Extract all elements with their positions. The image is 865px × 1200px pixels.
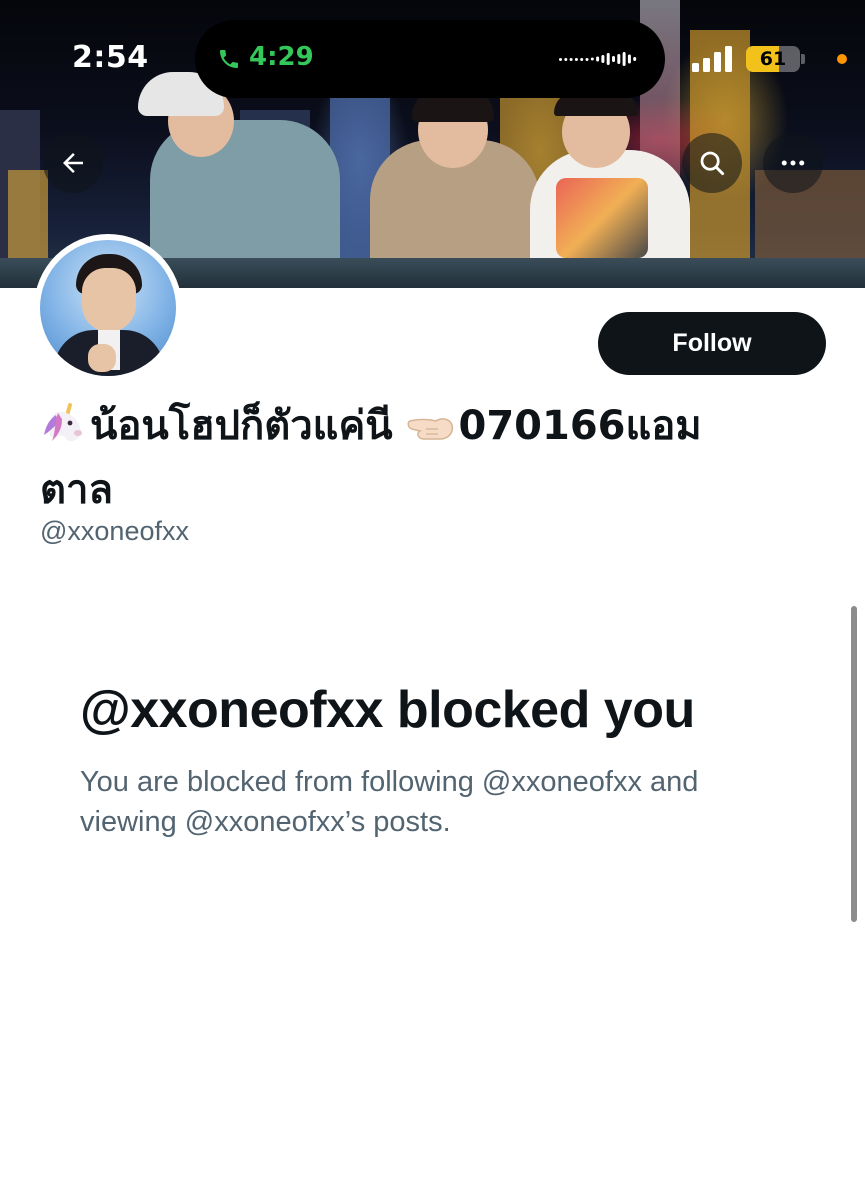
- banner-building: [8, 170, 48, 260]
- banner-shirt-graphic: [556, 178, 648, 258]
- display-name: น้อนโฮปก็ตัวแค่นี 070166แอมตาล: [40, 398, 760, 518]
- scrollbar[interactable]: [851, 606, 857, 922]
- more-icon: [781, 160, 805, 166]
- pointing-hand-icon: [406, 406, 458, 462]
- battery-cap: [801, 54, 805, 64]
- display-name-part1: น้อนโฮปก็ตัวแค่นี: [90, 403, 393, 449]
- waveform-bar: [596, 56, 600, 62]
- profile-handle: @xxoneofxx: [40, 516, 189, 546]
- phone-icon: [220, 50, 238, 68]
- battery-level: 61: [759, 48, 787, 70]
- waveform-bar: [601, 55, 605, 63]
- more-button[interactable]: [763, 133, 823, 193]
- privacy-indicator-dot: [837, 54, 847, 64]
- waveform-bar: [580, 58, 584, 61]
- waveform-bar: [617, 54, 621, 64]
- blocked-title: @xxoneofxx blocked you: [80, 681, 695, 739]
- waveform-bar: [569, 58, 573, 61]
- waveform-bar: [622, 52, 626, 66]
- waveform-bar: [590, 57, 594, 61]
- waveform-bar: [612, 56, 615, 62]
- waveform-bar: [585, 58, 589, 61]
- follow-button[interactable]: Follow: [598, 312, 826, 375]
- unicorn-icon: [40, 401, 90, 462]
- blocked-description: You are blocked from following @xxoneofx…: [80, 766, 699, 838]
- back-button[interactable]: [43, 133, 103, 193]
- back-arrow-icon: [63, 153, 83, 173]
- waveform-bar: [559, 58, 562, 61]
- waveform-bar: [606, 53, 610, 65]
- avatar-hand: [88, 344, 116, 372]
- waveform-bar: [574, 58, 578, 61]
- waveform-bar: [633, 57, 637, 61]
- call-duration: 4:29: [249, 42, 314, 72]
- battery-icon: 61: [746, 46, 800, 72]
- waveform-bar: [564, 58, 568, 61]
- avatar[interactable]: [40, 240, 176, 376]
- dynamic-island[interactable]: 4:29: [195, 20, 665, 98]
- cellular-signal-icon: [692, 46, 732, 72]
- avatar-container[interactable]: [34, 234, 182, 382]
- audio-waveform-icon: [559, 52, 637, 66]
- waveform-bar: [627, 54, 631, 64]
- search-button[interactable]: [682, 133, 742, 193]
- status-time: 2:54: [72, 40, 149, 75]
- avatar-face: [82, 268, 136, 332]
- search-icon: [700, 151, 725, 176]
